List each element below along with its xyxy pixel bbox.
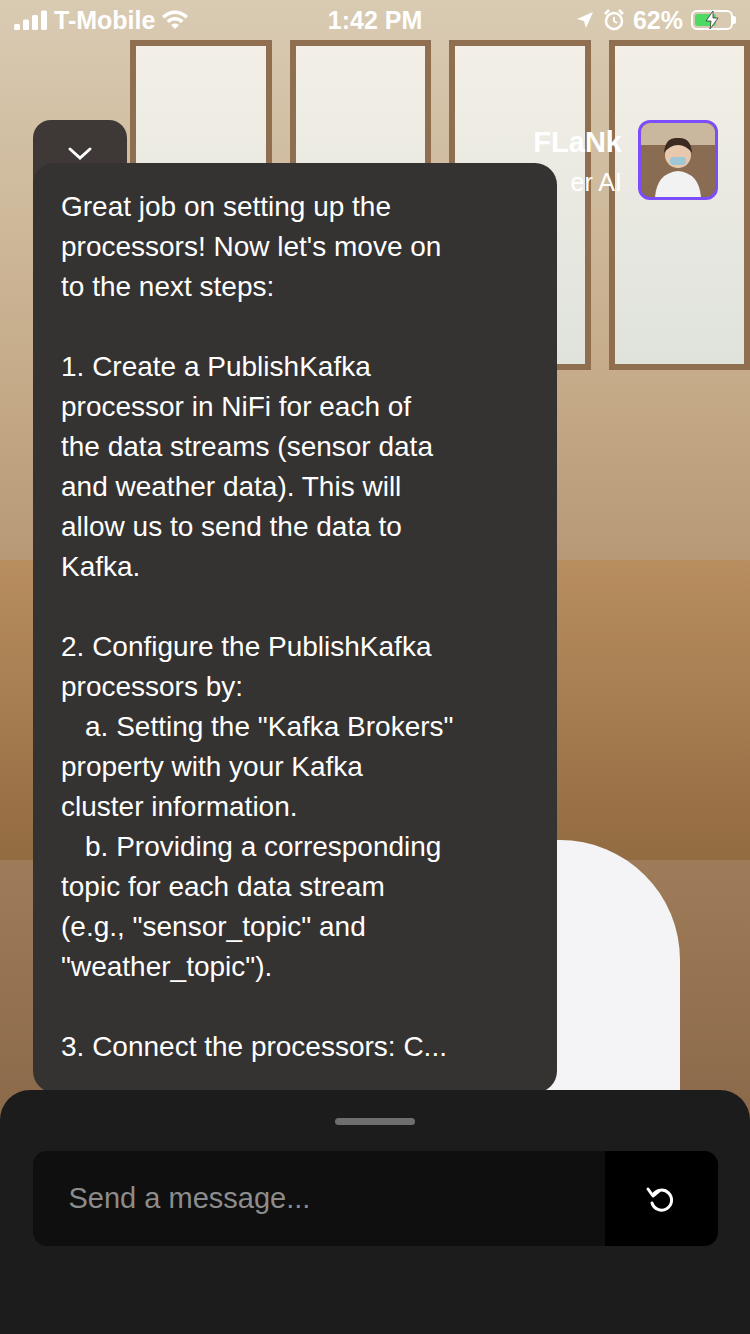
message-line: b. Providing a corresponding — [61, 827, 527, 867]
regenerate-button[interactable] — [605, 1151, 718, 1246]
battery-percent: 62% — [633, 6, 683, 35]
background-window — [609, 40, 750, 370]
carrier: T-Mobile — [54, 6, 155, 35]
message-line: 1. Create a PublishKafka — [61, 347, 527, 387]
composer-sheet — [0, 1090, 750, 1334]
message-line: processor in NiFi for each of — [61, 387, 527, 427]
battery-icon — [691, 10, 736, 30]
message-line: cluster information. — [61, 787, 527, 827]
alarm-icon — [603, 9, 625, 31]
character-subtitle: er AI — [571, 158, 622, 198]
message-line: topic for each data stream — [61, 867, 527, 907]
composer — [33, 1151, 718, 1246]
charging-bolt-icon — [705, 11, 719, 29]
message-line: "weather_topic"). — [61, 947, 527, 987]
refresh-icon — [645, 1183, 677, 1215]
message-line: to the next steps: — [61, 267, 527, 307]
message-line: Kafka. — [61, 547, 527, 587]
avatar-portrait-icon — [641, 123, 715, 197]
message-line: allow us to send the data to — [61, 507, 527, 547]
message-line: 2. Configure the PublishKafka — [61, 627, 527, 667]
avatar[interactable] — [638, 120, 718, 200]
message-input[interactable] — [33, 1151, 605, 1246]
clock: 1:42 PM — [328, 6, 422, 35]
message-line: (e.g., "sensor_topic" and — [61, 907, 527, 947]
chevron-down-icon — [67, 146, 93, 162]
location-arrow-icon — [575, 10, 595, 30]
message-line: processors by: — [61, 667, 527, 707]
chat-screen: T-Mobile 1:42 PM 62% FLaNker AI Great job on… — [0, 0, 750, 1334]
message-line: a. Setting the "Kafka Brokers" — [61, 707, 527, 747]
message-line: 3. Connect the processors: C... — [61, 1027, 527, 1067]
message-line: and weather data). This will — [61, 467, 527, 507]
wifi-icon — [161, 10, 189, 30]
message-line: processors! Now let's move on — [61, 227, 527, 267]
message-bubble: Great job on setting up theprocessors! N… — [33, 163, 557, 1093]
character-name: FLaNk — [533, 126, 622, 158]
message-line: property with your Kafka — [61, 747, 527, 787]
message-line: Great job on setting up the — [61, 187, 527, 227]
signal-icon — [14, 10, 48, 30]
message-line: the data streams (sensor data — [61, 427, 527, 467]
status-bar: T-Mobile 1:42 PM 62% — [0, 0, 750, 40]
sheet-handle[interactable] — [335, 1118, 415, 1125]
